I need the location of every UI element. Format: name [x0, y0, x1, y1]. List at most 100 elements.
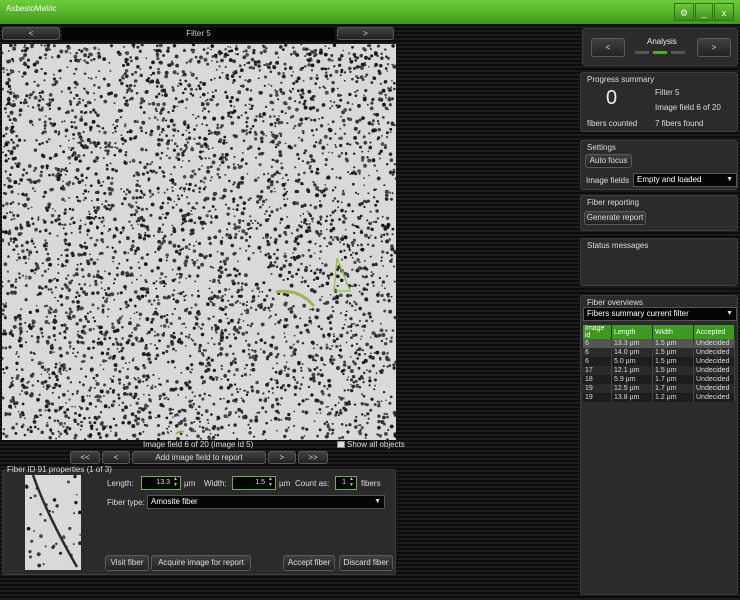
column-header[interactable]: Width [652, 325, 694, 339]
length-input[interactable]: 13.3 ▲ ▼ [141, 476, 181, 490]
chevron-down-icon: ▼ [726, 310, 733, 317]
detected-fiber[interactable] [275, 289, 316, 308]
app-title: AsbestoMetric [6, 4, 57, 13]
fibers-counted-label: fibers counted [587, 119, 638, 128]
filter-title: Filter 5 [186, 29, 211, 38]
width-input[interactable]: 1.5 ▲ ▼ [232, 476, 276, 490]
prev-filter-label: < [28, 29, 34, 38]
fiber-overviews-title: Fiber overviews [587, 298, 644, 307]
table-header-row: Image id Length Width Accepted [583, 325, 735, 339]
auto-focus-button[interactable]: Auto focus [585, 154, 632, 168]
analysis-next-button[interactable]: > [697, 38, 731, 57]
fibers-found: 7 fibers found [655, 119, 704, 128]
title-bar: AsbestoMetric ⚙ _ x [0, 0, 740, 24]
count-input[interactable]: 1 ▲ ▼ [335, 476, 357, 490]
discard-fiber-button[interactable]: Discard fiber [339, 555, 393, 571]
acquire-image-label: Acquire image for report [158, 558, 244, 567]
table-cell: 1.2 µm [652, 393, 694, 402]
analysis-step-indicator [635, 51, 649, 54]
image-field-caption: Image field 6 of 20 (image id 5) [143, 440, 254, 449]
prev-filter-button[interactable]: < [2, 27, 60, 40]
prev-image-label: < [113, 453, 119, 462]
table-row[interactable]: 19 13.8 µm 1.2 µm Undecided [583, 393, 735, 402]
count-label: Count as: [295, 479, 330, 488]
analysis-next-label: > [711, 43, 717, 52]
table-cell: Undecided [693, 384, 735, 393]
column-header[interactable]: Image id [583, 325, 612, 339]
close-label: x [721, 8, 727, 18]
width-value: 1.5 [255, 479, 265, 486]
image-fields-select[interactable]: Empty and loaded ▼ [633, 173, 737, 187]
table-row[interactable]: 6 5.0 µm 1.5 µm Undecided [583, 357, 735, 366]
table-cell: 12.5 µm [611, 384, 653, 393]
column-header[interactable]: Length [611, 325, 653, 339]
length-label: Length: [107, 479, 134, 488]
analysis-step-indicator [671, 51, 685, 54]
first-image-button[interactable]: << [70, 451, 100, 464]
spinner-icon[interactable]: ▲ ▼ [349, 476, 354, 488]
fiber-properties-panel: Fiber ID 91 properties (1 of 3) Length: … [2, 465, 396, 575]
settings-panel: Settings Auto focus Image fields Empty a… [580, 140, 738, 190]
fiber-reporting-panel: Fiber reporting Generate report [580, 195, 738, 231]
table-row[interactable]: 6 14.0 µm 1.5 µm Undecided [583, 348, 735, 357]
add-image-label: Add image field to report [155, 453, 243, 462]
progress-filter: Filter 5 [655, 88, 680, 97]
next-filter-button[interactable]: > [337, 27, 394, 40]
last-image-label: >> [308, 453, 318, 462]
column-header[interactable]: Accepted [693, 325, 735, 339]
fiber-overviews-panel: Fiber overviews Fibers summary current f… [580, 295, 738, 595]
discard-fiber-label: Discard fiber [343, 558, 389, 567]
accept-fiber-label: Accept fiber [287, 558, 331, 567]
fiber-thumbnail [25, 475, 81, 570]
fiber-overviews-select[interactable]: Fibers summary current filter ▼ [583, 307, 737, 321]
table-cell: 6 [583, 357, 612, 366]
fiber-type-label: Fiber type: [107, 498, 145, 507]
table-cell: 19 [583, 384, 612, 393]
fiber-type-select[interactable]: Amosite fiber ▼ [147, 495, 385, 509]
table-cell: Undecided [693, 375, 735, 384]
table-row[interactable]: 17 12.1 µm 1.5 µm Undecided [583, 366, 735, 375]
table-row[interactable]: 18 5.9 µm 1.7 µm Undecided [583, 375, 735, 384]
accept-fiber-button[interactable]: Accept fiber [283, 555, 335, 571]
generate-report-label: Generate report [586, 213, 644, 222]
chevron-down-icon: ▼ [374, 498, 381, 505]
acquire-image-button[interactable]: Acquire image for report [151, 555, 251, 571]
table-row[interactable]: 6 13.3 µm 1.5 µm Undecided [583, 339, 735, 348]
add-image-to-report-button[interactable]: Add image field to report [132, 451, 266, 464]
status-messages-panel: Status messages [580, 238, 738, 286]
spinner-icon[interactable]: ▲ ▼ [173, 476, 178, 488]
visit-fiber-button[interactable]: Visit fiber [105, 555, 149, 571]
show-all-label: Show all objects [347, 440, 405, 449]
table-row[interactable]: 19 12.5 µm 1.7 µm Undecided [583, 384, 735, 393]
analysis-prev-button[interactable]: < [591, 38, 625, 57]
generate-report-button[interactable]: Generate report [584, 211, 646, 225]
gear-icon: ⚙ [679, 8, 689, 18]
close-button[interactable]: x [714, 3, 734, 21]
fiber-reporting-title: Fiber reporting [587, 198, 640, 207]
spinner-icon[interactable]: ▲ ▼ [268, 476, 273, 488]
table-cell: 1.7 µm [652, 375, 694, 384]
count-unit: fibers [361, 479, 381, 488]
last-image-button[interactable]: >> [298, 451, 328, 464]
length-unit: µm [184, 479, 196, 488]
prev-image-button[interactable]: < [102, 451, 130, 464]
minimize-label: _ [701, 8, 707, 18]
table-cell: Undecided [693, 366, 735, 375]
width-label: Width: [204, 479, 227, 488]
minimize-button[interactable]: _ [695, 3, 713, 21]
analysis-step-indicator-active [653, 51, 667, 54]
image-field-viewer[interactable] [2, 44, 396, 440]
image-fields-label: Image fields [586, 176, 630, 185]
table-cell: 18 [583, 375, 612, 384]
settings-button[interactable]: ⚙ [674, 3, 694, 21]
table-cell: 13.3 µm [611, 339, 653, 348]
auto-focus-label: Auto focus [589, 156, 628, 165]
show-all-checkbox[interactable] [337, 441, 345, 448]
analysis-panel: < Analysis > [582, 28, 738, 66]
chevron-down-icon: ▼ [726, 176, 733, 183]
filter-title-bar: Filter 5 [62, 27, 335, 40]
table-cell: 13.8 µm [611, 393, 653, 402]
progress-summary-title: Progress summary [587, 75, 655, 84]
progress-image-field: Image field 6 of 20 [655, 103, 721, 112]
next-image-button[interactable]: > [268, 451, 296, 464]
